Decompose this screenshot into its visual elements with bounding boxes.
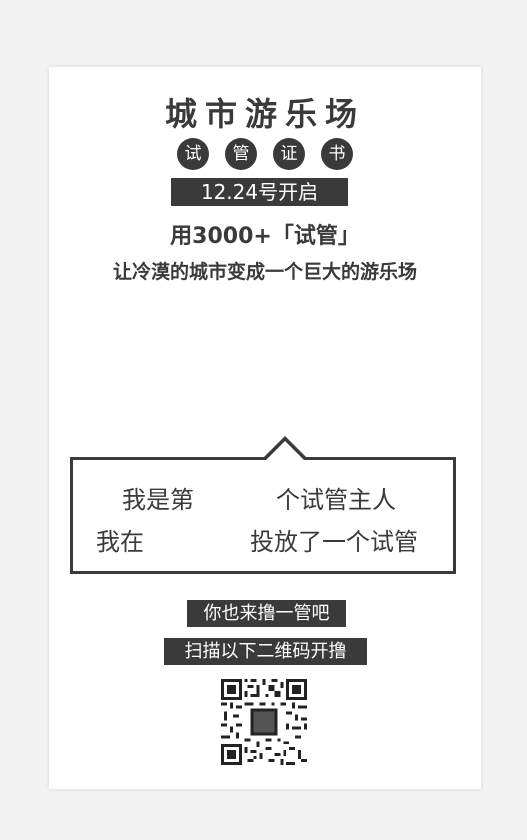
cta-secondary: 扫描以下二维码开撸 <box>164 638 367 665</box>
label-char-3: 证 <box>273 138 305 170</box>
bubble-row1-right: 个试管主人 <box>276 486 396 514</box>
certificate-card: 城市游乐场 试 管 证 书 12.24号开启 用3000+「试管」 让冷漠的城市… <box>49 67 481 789</box>
headline: 用3000+「试管」 <box>170 224 360 249</box>
bubble-row2-right: 投放了一个试管 <box>250 528 418 556</box>
page-title: 城市游乐场 <box>164 95 365 133</box>
label-char-1: 试 <box>177 138 209 170</box>
label-char-4: 书 <box>321 138 353 170</box>
bubble-row2-left: 我在 <box>96 528 144 556</box>
certificate-label-row: 试 管 证 书 <box>49 138 481 170</box>
tagline: 让冷漠的城市变成一个巨大的游乐场 <box>112 261 417 283</box>
qr-code[interactable] <box>221 679 307 765</box>
bubble-row1-left: 我是第 <box>122 486 194 514</box>
label-char-2: 管 <box>225 138 257 170</box>
speech-bubble: 我是第 个试管主人 我在 投放了一个试管 <box>70 436 456 574</box>
cta-primary: 你也来撸一管吧 <box>187 600 346 627</box>
date-badge: 12.24号开启 <box>171 178 348 206</box>
